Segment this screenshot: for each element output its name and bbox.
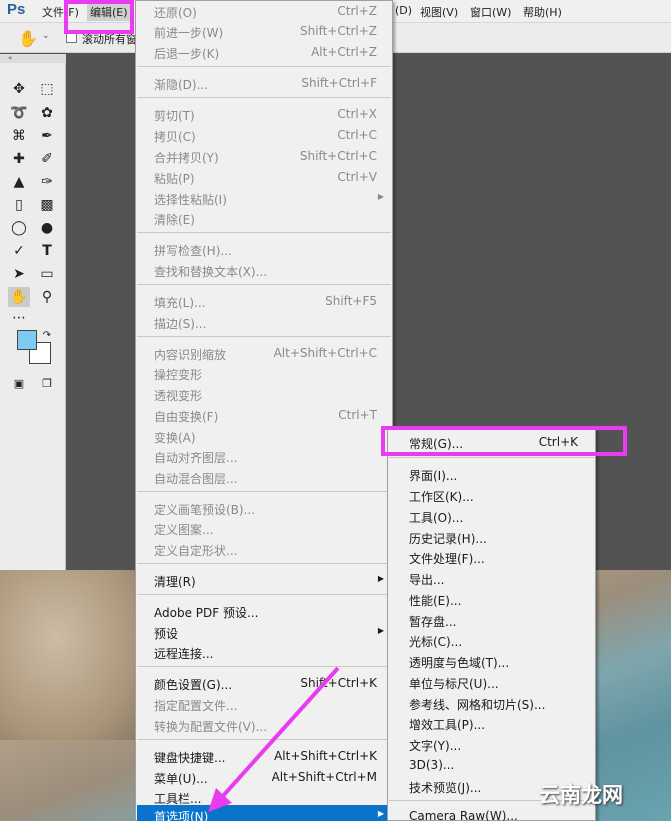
watermark: 云南龙网 [539, 783, 623, 807]
foreground-color-swatch[interactable] [17, 330, 37, 350]
annotation-arrow [208, 666, 340, 812]
annotation-arrow-line [220, 666, 340, 799]
